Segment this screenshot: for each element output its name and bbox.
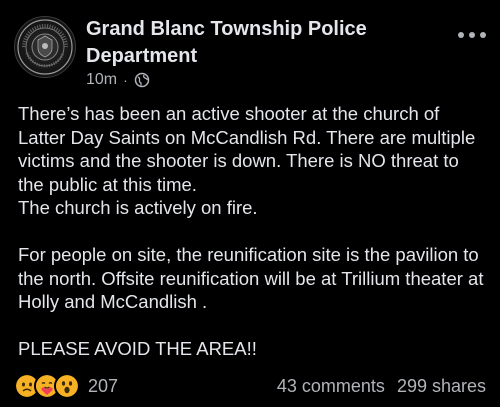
- reaction-icons: [14, 373, 80, 399]
- wow-face-icon: [54, 373, 80, 399]
- post-meta: 10m ·: [86, 70, 150, 90]
- engagement-counts: 43 comments 299 shares: [277, 376, 486, 397]
- post-footer: 207 43 comments 299 shares: [14, 372, 486, 400]
- globe-icon: [134, 72, 150, 88]
- page-avatar[interactable]: [14, 16, 76, 78]
- reaction-count: 207: [88, 375, 119, 396]
- post-paragraph: The church is actively on fire.: [18, 197, 258, 218]
- post-paragraph: For people on site, the reunification si…: [18, 244, 489, 312]
- post-body: There’s has been an active shooter at th…: [18, 102, 488, 361]
- comments-count-link[interactable]: 43 comments: [277, 376, 385, 397]
- shares-count-link[interactable]: 299 shares: [397, 376, 486, 397]
- facebook-post: Grand Blanc Township Police Department 1…: [0, 0, 500, 407]
- post-paragraph: PLEASE AVOID THE AREA!!: [18, 338, 257, 359]
- reactions-summary[interactable]: 207: [14, 373, 118, 399]
- post-timestamp[interactable]: 10m: [86, 71, 117, 89]
- police-badge-logo: [17, 19, 73, 75]
- post-paragraph: There’s has been an active shooter at th…: [18, 103, 481, 195]
- more-options-icon[interactable]: [458, 28, 486, 42]
- meta-separator: ·: [123, 72, 128, 88]
- page-name-link[interactable]: Grand Blanc Township Police Department: [86, 16, 416, 70]
